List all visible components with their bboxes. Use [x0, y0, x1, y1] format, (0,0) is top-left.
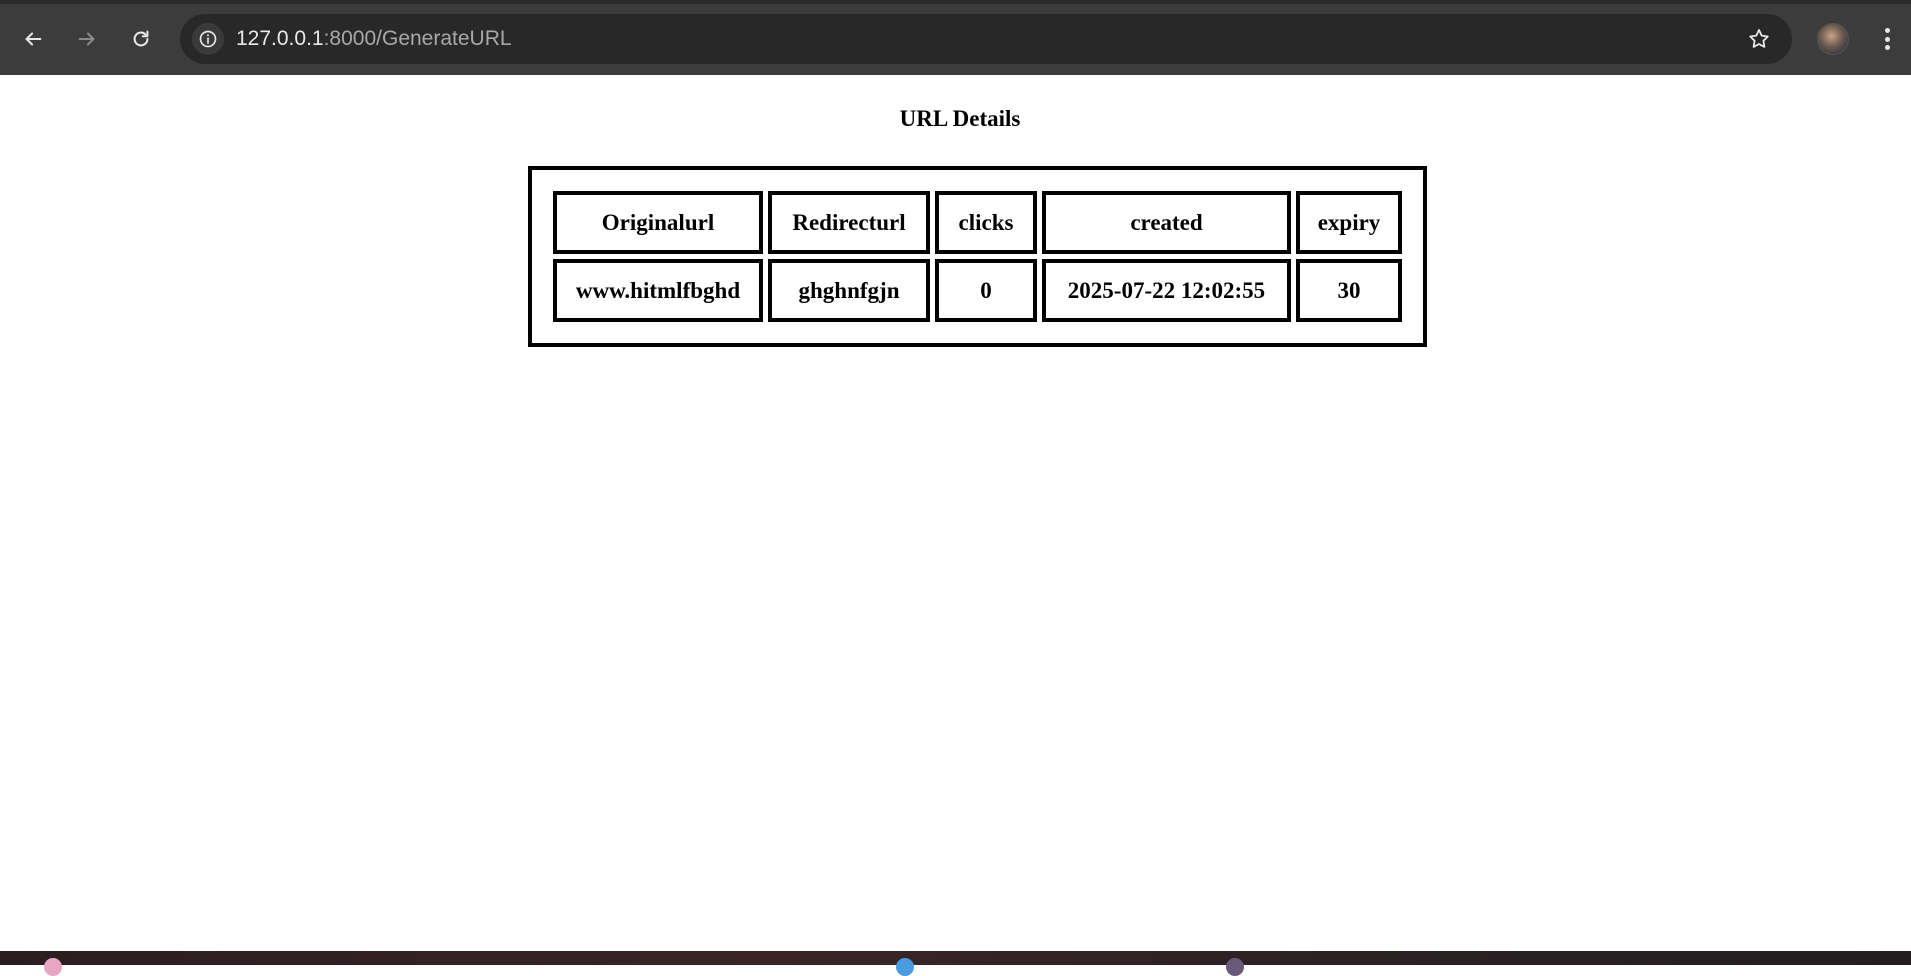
forward-button[interactable] — [70, 22, 104, 56]
header-expiry: expiry — [1296, 191, 1402, 254]
taskbar-app-icon[interactable] — [44, 958, 62, 976]
url-host: 127.0.0.1 — [236, 27, 324, 50]
info-icon — [199, 30, 217, 48]
page-content: URL Details Originalurl Redirecturl clic… — [0, 75, 1911, 951]
site-info-button[interactable] — [192, 23, 224, 55]
header-clicks: clicks — [935, 191, 1037, 254]
browser-toolbar: 127.0.0.1:8000/GenerateURL — [0, 0, 1911, 75]
taskbar-app-icon[interactable] — [896, 958, 914, 976]
cell-originalurl: www.hitmlfbghd — [553, 259, 763, 322]
url-path: :8000/GenerateURL — [323, 27, 512, 50]
taskbar-app-icon[interactable] — [1226, 958, 1244, 976]
header-redirecturl: Redirecturl — [768, 191, 930, 254]
cell-clicks: 0 — [935, 259, 1037, 322]
taskbar — [0, 951, 1911, 976]
kebab-menu-icon — [1884, 28, 1890, 33]
bookmark-button[interactable] — [1746, 26, 1772, 52]
back-button[interactable] — [16, 22, 50, 56]
tab-strip — [0, 0, 1911, 4]
address-bar[interactable]: 127.0.0.1:8000/GenerateURL — [180, 14, 1792, 64]
reload-button[interactable] — [124, 22, 158, 56]
cell-expiry: 30 — [1296, 259, 1402, 322]
page-title: URL Details — [899, 106, 1021, 131]
reload-icon — [133, 30, 149, 47]
url-details-table: Originalurl Redirecturl clicks created e… — [528, 166, 1427, 347]
header-created: created — [1042, 191, 1291, 254]
cell-created: 2025-07-22 12:02:55 — [1042, 259, 1291, 322]
profile-avatar[interactable] — [1817, 23, 1849, 55]
browser-menu-button[interactable] — [1878, 24, 1896, 54]
header-originalurl: Originalurl — [553, 191, 763, 254]
table-row: www.hitmlfbghd ghghnfgjn 0 2025-07-22 12… — [553, 259, 1402, 322]
star-icon — [1749, 29, 1769, 48]
cell-redirecturl: ghghnfgjn — [768, 259, 930, 322]
arrow-right-icon — [78, 32, 95, 46]
url-text[interactable]: 127.0.0.1:8000/GenerateURL — [236, 27, 512, 51]
table-header-row: Originalurl Redirecturl clicks created e… — [553, 191, 1402, 254]
arrow-left-icon — [25, 32, 42, 46]
